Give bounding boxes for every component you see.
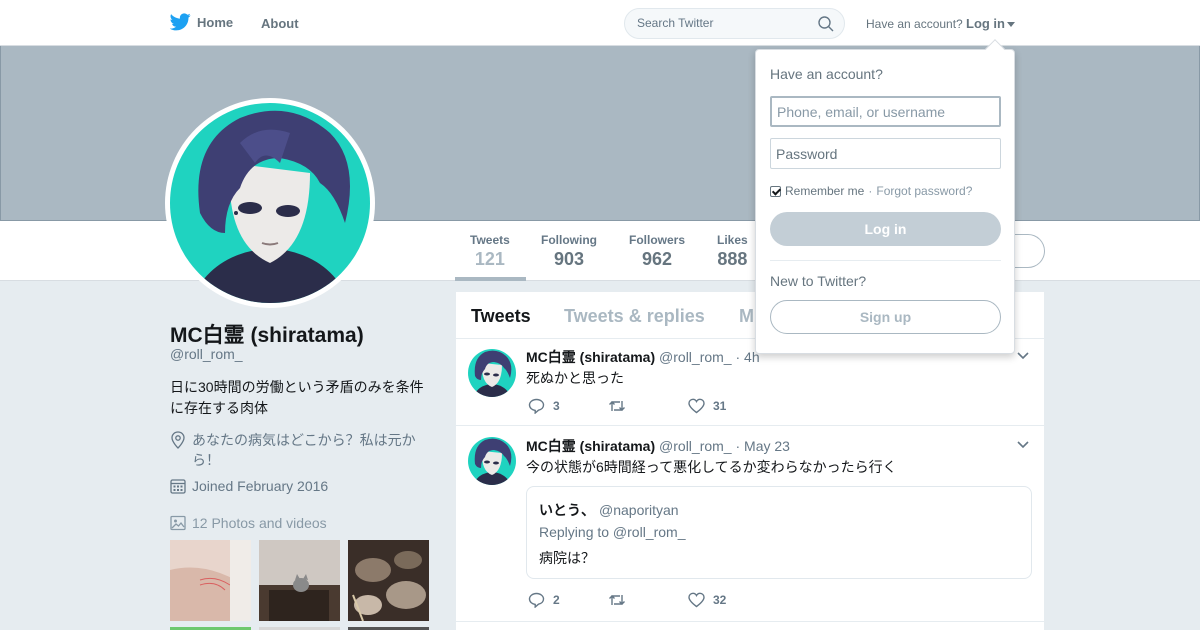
- tab-tweets[interactable]: Tweets: [471, 306, 531, 327]
- remember-row: Remember me · Forgot password?: [770, 184, 972, 198]
- quoted-tweet-header: いとう、 @naporityan: [539, 500, 679, 520]
- stat-followers[interactable]: Followers 962: [629, 233, 685, 270]
- retweet-action[interactable]: [608, 592, 626, 608]
- joined-text: Joined February 2016: [192, 478, 329, 494]
- thumbnail-image: [348, 540, 429, 621]
- stat-value: 962: [641, 249, 673, 269]
- profile-name: MC白霊 (shiratama): [170, 324, 364, 347]
- have-account-text: Have an account?: [866, 17, 963, 31]
- like-icon: [688, 398, 705, 414]
- stat-label: Followers: [629, 233, 686, 247]
- remember-me-label[interactable]: Remember me: [785, 184, 864, 198]
- like-icon: [688, 592, 705, 608]
- active-stat-indicator: [455, 277, 526, 281]
- tab-tweets-replies[interactable]: Tweets & replies: [564, 306, 705, 327]
- media-thumbnail[interactable]: [348, 540, 429, 621]
- retweet-action[interactable]: [608, 398, 626, 414]
- media-thumbnail[interactable]: [259, 540, 340, 621]
- stat-value: 903: [553, 249, 585, 269]
- photos-videos-link[interactable]: 12 Photos and videos: [170, 515, 327, 531]
- reply-action[interactable]: 2: [528, 592, 560, 608]
- stat-following[interactable]: Following 903: [541, 233, 597, 270]
- quoted-replying-to: Replying to @roll_rom_: [539, 524, 686, 540]
- tweet-text: 死ぬかと思った: [526, 370, 624, 386]
- remember-me-checkbox[interactable]: [770, 185, 781, 197]
- reply-count: 2: [553, 593, 560, 607]
- retweet-icon: [609, 595, 625, 605]
- dropdown-title: Have an account?: [770, 66, 883, 82]
- login-dropdown-toggle[interactable]: Log in: [966, 16, 1015, 31]
- photos-count-text: 12 Photos and videos: [192, 515, 327, 531]
- like-action[interactable]: 32: [688, 592, 726, 608]
- login-dropdown: Have an account? Remember me · Forgot pa…: [755, 39, 1015, 354]
- stat-label: Following: [541, 233, 597, 247]
- forgot-password-link[interactable]: Forgot password?: [876, 184, 972, 198]
- stat-likes[interactable]: Likes 888: [717, 233, 748, 270]
- tweet-author-handle[interactable]: @roll_rom_: [659, 438, 732, 454]
- new-to-twitter-text: New to Twitter?: [770, 273, 867, 289]
- caret-down-icon: [1007, 22, 1015, 28]
- profile-handle: @roll_rom_: [170, 346, 243, 362]
- chevron-down-icon[interactable]: [1017, 352, 1029, 360]
- media-thumbnail[interactable]: [170, 540, 251, 621]
- like-action[interactable]: 31: [688, 398, 726, 414]
- like-count: 31: [713, 399, 727, 413]
- login-link-label: Log in: [966, 16, 1005, 31]
- like-count: 32: [713, 593, 727, 607]
- password-field[interactable]: [770, 138, 1001, 169]
- chevron-down-icon[interactable]: [1017, 441, 1029, 449]
- tweet-avatar[interactable]: [468, 437, 516, 485]
- tweet-timestamp[interactable]: · May 23: [736, 438, 790, 454]
- quoted-tweet[interactable]: いとう、 @naporityan Replying to @roll_rom_ 病…: [526, 486, 1032, 579]
- login-button[interactable]: Log in: [770, 212, 1001, 246]
- stat-tweets[interactable]: Tweets 121: [470, 233, 510, 270]
- profile-location: あなたの病気はどこから？私は元から！: [170, 430, 432, 470]
- tweet-header: MC白霊 (shiratama) @roll_rom_ · May 23: [526, 436, 790, 456]
- reply-icon: [528, 398, 545, 414]
- stat-value: 121: [474, 249, 505, 269]
- profile-joined: Joined February 2016: [170, 478, 328, 494]
- stat-label: Tweets: [470, 233, 510, 247]
- tweet-author-handle[interactable]: @roll_rom_: [659, 349, 732, 365]
- tweet-author-name[interactable]: MC白霊 (shiratama): [526, 349, 655, 365]
- quoted-tweet-text: 病院は？: [539, 550, 595, 566]
- twitter-bird-icon: [170, 13, 191, 31]
- retweet-icon: [609, 401, 625, 411]
- quoted-author-name: いとう、: [539, 502, 595, 518]
- stat-label: Likes: [717, 233, 748, 247]
- nav-home-label: Home: [197, 14, 234, 30]
- location-icon: [171, 431, 185, 449]
- photo-icon: [170, 515, 186, 531]
- nav-home-link[interactable]: Home: [170, 13, 233, 31]
- calendar-icon: [170, 479, 186, 494]
- stat-value: 888: [717, 249, 748, 269]
- divider: [770, 260, 1001, 261]
- tweet-author-name[interactable]: MC白霊 (shiratama): [526, 438, 655, 454]
- avatar-illustration: [170, 103, 370, 303]
- search-box: [624, 8, 845, 39]
- profile-avatar[interactable]: [165, 98, 375, 308]
- tab-media[interactable]: M: [739, 306, 754, 327]
- top-nav: Home About Have an account? Log in: [0, 0, 1200, 46]
- thumbnail-image: [170, 540, 251, 621]
- quoted-author-handle: @naporityan: [599, 502, 679, 518]
- reply-icon: [528, 592, 545, 608]
- signup-button[interactable]: Sign up: [770, 300, 1001, 334]
- avatar-illustration: [468, 349, 516, 397]
- tweet-text: 今の状態が6時間経って悪化してるか変わらなかったら行く: [526, 459, 897, 475]
- reply-action[interactable]: 3: [528, 398, 560, 414]
- nav-about-link[interactable]: About: [261, 16, 299, 31]
- location-text: あなたの病気はどこから？私は元から！: [192, 432, 416, 468]
- separator-dot: ·: [868, 184, 873, 198]
- thumbnail-image: [259, 540, 340, 621]
- tweet[interactable]: MC白霊 (shiratama) @roll_rom_ · May 23 今の状…: [456, 426, 1044, 622]
- search-icon[interactable]: [818, 16, 834, 32]
- search-input[interactable]: [637, 16, 807, 30]
- avatar-illustration: [468, 437, 516, 485]
- profile-bio: 日に30時間の労働という矛盾のみを条件に存在する肉体: [170, 379, 424, 416]
- tweet-avatar[interactable]: [468, 349, 516, 397]
- reply-count: 3: [553, 399, 560, 413]
- tweet-header: MC白霊 (shiratama) @roll_rom_ · 4h: [526, 347, 760, 367]
- username-field[interactable]: [770, 96, 1001, 127]
